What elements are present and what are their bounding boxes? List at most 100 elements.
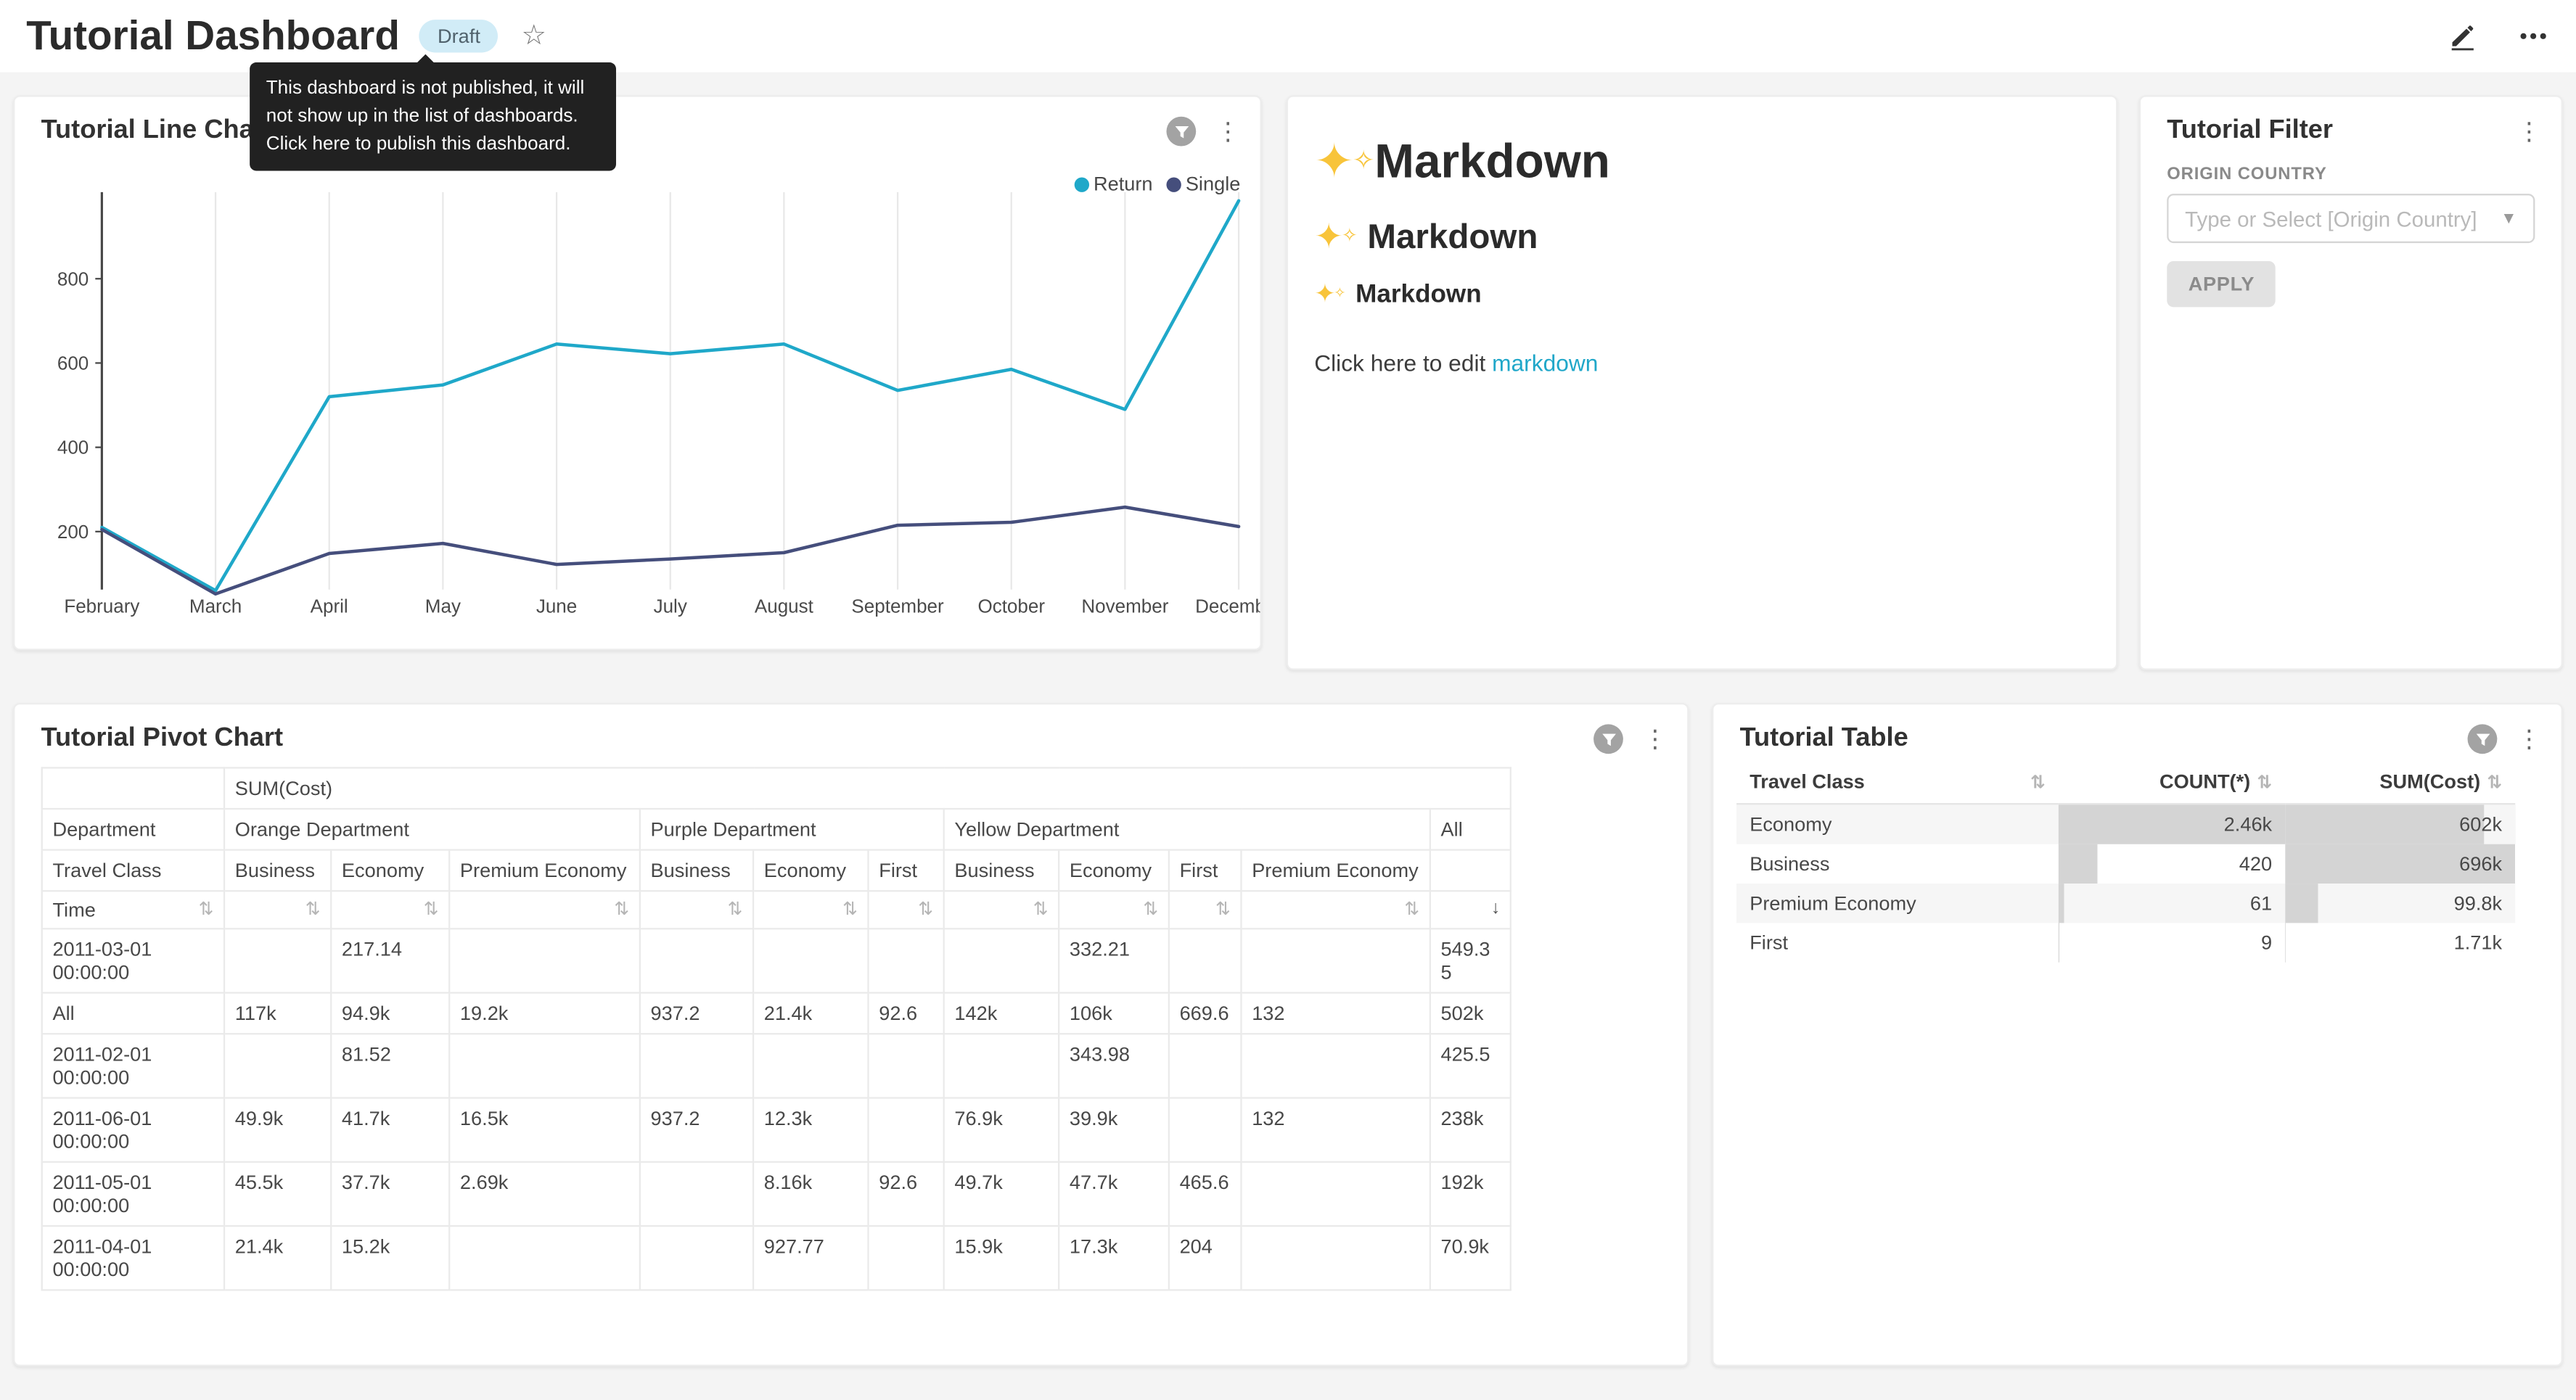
sort-icon[interactable]: ⇅ — [424, 898, 439, 919]
sort-icon[interactable]: ⇅ — [1033, 898, 1049, 919]
pivot-table-container: SUM(Cost)DepartmentOrange DepartmentPurp… — [41, 767, 1512, 1290]
markdown-edit-link[interactable]: markdown — [1492, 350, 1598, 376]
pivot-cell: 17.3k — [1059, 1226, 1169, 1290]
status-badge[interactable]: Draft — [419, 20, 499, 52]
pivot-cell: 15.2k — [331, 1226, 449, 1290]
pivot-cell: 45.5k — [224, 1162, 331, 1226]
sort-icon[interactable]: ⇅ — [727, 898, 742, 919]
pivot-cell: Business — [944, 850, 1059, 892]
card-header: Tutorial Filter ⋮ — [2167, 117, 2545, 147]
pivot-cell: 927.77 — [753, 1226, 868, 1290]
pivot-cell — [753, 928, 868, 992]
card-tutorial-filter: Tutorial Filter ⋮ ORIGIN COUNTRY Type or… — [2139, 95, 2563, 670]
kebab-menu-icon[interactable]: ⋮ — [2514, 727, 2545, 752]
sort-icon[interactable]: ⇅ — [2030, 771, 2046, 792]
pivot-cell — [449, 1034, 640, 1098]
pivot-cell: 49.9k — [224, 1098, 331, 1162]
column-header[interactable]: SUM(Cost) ⇅ — [2285, 760, 2515, 804]
svg-text:November: November — [1081, 595, 1168, 617]
pivot-cell: 106k — [1059, 993, 1169, 1034]
table-cell: 2.46k — [2059, 804, 2285, 844]
sort-icon[interactable]: ⇅ — [1215, 898, 1231, 919]
pivot-cell: 16.5k — [449, 1098, 640, 1162]
pivot-cell: ⇅ — [331, 891, 449, 928]
sort-icon[interactable]: ⇅ — [198, 898, 213, 919]
pivot-cell: 21.4k — [224, 1226, 331, 1290]
filter-scope-icon[interactable] — [1593, 724, 1623, 754]
table-cell: 602k — [2285, 804, 2515, 844]
pivot-cell: 142k — [944, 993, 1059, 1034]
pivot-cell — [449, 1226, 640, 1290]
pivot-cell — [1430, 850, 1511, 892]
svg-text:December: December — [1195, 595, 1262, 617]
sparkles-icon: ✦ — [1314, 136, 1374, 189]
pivot-cell: Economy — [1059, 850, 1169, 892]
sort-icon[interactable]: ⇅ — [305, 898, 321, 919]
markdown-paragraph: Click here to edit markdown — [1314, 350, 2090, 376]
sort-icon[interactable]: ⇅ — [614, 898, 629, 919]
sort-icon[interactable]: ↓ — [1491, 898, 1500, 918]
pivot-cell — [1241, 928, 1429, 992]
kebab-menu-icon[interactable]: ⋮ — [1213, 119, 1244, 144]
filter-scope-icon[interactable] — [2468, 724, 2498, 754]
sort-icon[interactable]: ⇅ — [842, 898, 858, 919]
pivot-cell: 2.69k — [449, 1162, 640, 1226]
legend-label: Single — [1186, 173, 1241, 196]
card-tutorial-line-chart: Tutorial Line Chart ⋮ ReturnSingle Febru… — [13, 95, 1262, 650]
filter-scope-icon[interactable] — [1166, 117, 1196, 147]
legend-item[interactable]: Single — [1166, 173, 1241, 196]
sort-icon[interactable]: ⇅ — [918, 898, 933, 919]
pivot-cell: 132 — [1241, 993, 1429, 1034]
pivot-cell: 132 — [1241, 1098, 1429, 1162]
pivot-cell: 49.7k — [944, 1162, 1059, 1226]
sort-icon[interactable]: ⇅ — [2487, 771, 2502, 792]
header: Tutorial Dashboard Draft ☆ This dashboar… — [0, 0, 2576, 73]
origin-country-select[interactable]: Type or Select [Origin Country] ▼ — [2167, 194, 2535, 243]
pivot-cell: 937.2 — [640, 1098, 753, 1162]
header-actions — [2448, 21, 2549, 51]
favorite-star-icon[interactable]: ☆ — [522, 20, 547, 52]
kebab-menu-icon[interactable]: ⋮ — [2514, 119, 2545, 144]
pivot-cell — [42, 767, 224, 809]
pivot-cell: 343.98 — [1059, 1034, 1169, 1098]
svg-text:April: April — [311, 595, 348, 617]
more-menu-icon[interactable] — [2516, 21, 2549, 51]
dashboard-screen: Tutorial Dashboard Draft ☆ This dashboar… — [0, 0, 2576, 1399]
pivot-cell: 2011-04-01 00:00:00 — [42, 1226, 224, 1290]
apply-button[interactable]: APPLY — [2167, 261, 2276, 307]
filter-body: ORIGIN COUNTRY Type or Select [Origin Co… — [2167, 164, 2535, 307]
pivot-cell: 37.7k — [331, 1162, 449, 1226]
pivot-cell: 238k — [1430, 1098, 1511, 1162]
pivot-row: 2011-06-01 00:00:0049.9k41.7k16.5k937.21… — [42, 1098, 1511, 1162]
markdown-paragraph-text: Click here to edit — [1314, 350, 1492, 376]
sort-icon[interactable]: ⇅ — [1404, 898, 1419, 919]
markdown-h1-text: Markdown — [1374, 136, 1610, 189]
markdown-h3: ✦Markdown — [1314, 279, 2090, 310]
legend-item[interactable]: Return — [1074, 173, 1153, 196]
legend-dot — [1074, 176, 1088, 191]
column-header-label: SUM(Cost) — [2379, 770, 2480, 794]
edit-icon[interactable] — [2448, 21, 2477, 51]
pivot-cell: 502k — [1430, 993, 1511, 1034]
pivot-cell: 669.6 — [1169, 993, 1242, 1034]
card-tutorial-table: Tutorial Table ⋮ Travel Class⇅COUNT(*)⇅S… — [1712, 703, 2563, 1367]
svg-text:August: August — [755, 595, 814, 617]
pivot-cell — [1169, 928, 1242, 992]
pivot-cell: Time⇅ — [42, 891, 224, 928]
pivot-cell — [869, 1034, 944, 1098]
pivot-cell: Economy — [753, 850, 868, 892]
markdown-h3-text: Markdown — [1355, 281, 1482, 308]
pivot-cell: ⇅ — [449, 891, 640, 928]
kebab-menu-icon[interactable]: ⋮ — [1640, 727, 1671, 752]
column-header[interactable]: Travel Class⇅ — [1736, 760, 2059, 804]
table-row: Economy2.46k602k — [1736, 804, 2515, 844]
sort-icon[interactable]: ⇅ — [1143, 898, 1158, 919]
dashboard-grid: Tutorial Line Chart ⋮ ReturnSingle Febru… — [0, 73, 2576, 1399]
publish-tooltip[interactable]: This dashboard is not published, it will… — [250, 62, 616, 171]
sort-icon[interactable]: ⇅ — [2257, 771, 2272, 792]
column-header[interactable]: COUNT(*)⇅ — [2059, 760, 2285, 804]
pivot-cell: 8.16k — [753, 1162, 868, 1226]
table-row: First91.71k — [1736, 923, 2515, 962]
pivot-cell — [869, 1098, 944, 1162]
pivot-cell: ⇅ — [640, 891, 753, 928]
